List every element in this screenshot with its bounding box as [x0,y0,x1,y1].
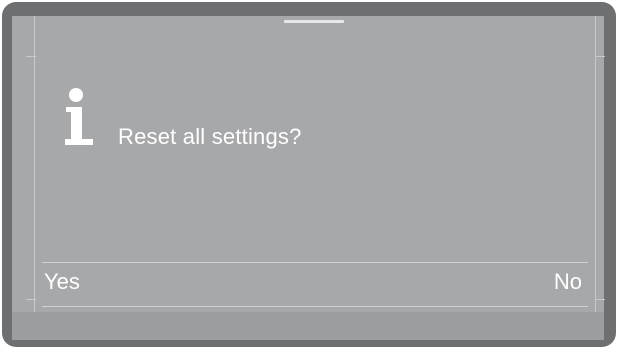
frame-tick-bottom-right [595,299,605,300]
frame-tick-top-right [595,56,605,57]
yes-button[interactable]: Yes [44,266,80,306]
frame-tick-top-left [26,56,36,57]
info-icon [62,88,96,148]
softkey-divider-top [42,262,588,263]
dialog-message: Reset all settings? [118,124,302,149]
device-bezel: Reset all settings? Yes No [2,2,616,347]
frame-line-right [595,16,596,312]
bottom-strip [12,312,604,340]
display-screen: Reset all settings? Yes No [12,16,605,340]
top-indicator [284,20,344,23]
frame-tick-bottom-left [26,299,36,300]
frame-line-left [34,16,35,312]
no-button[interactable]: No [554,266,582,306]
softkey-divider-bottom [42,306,588,307]
